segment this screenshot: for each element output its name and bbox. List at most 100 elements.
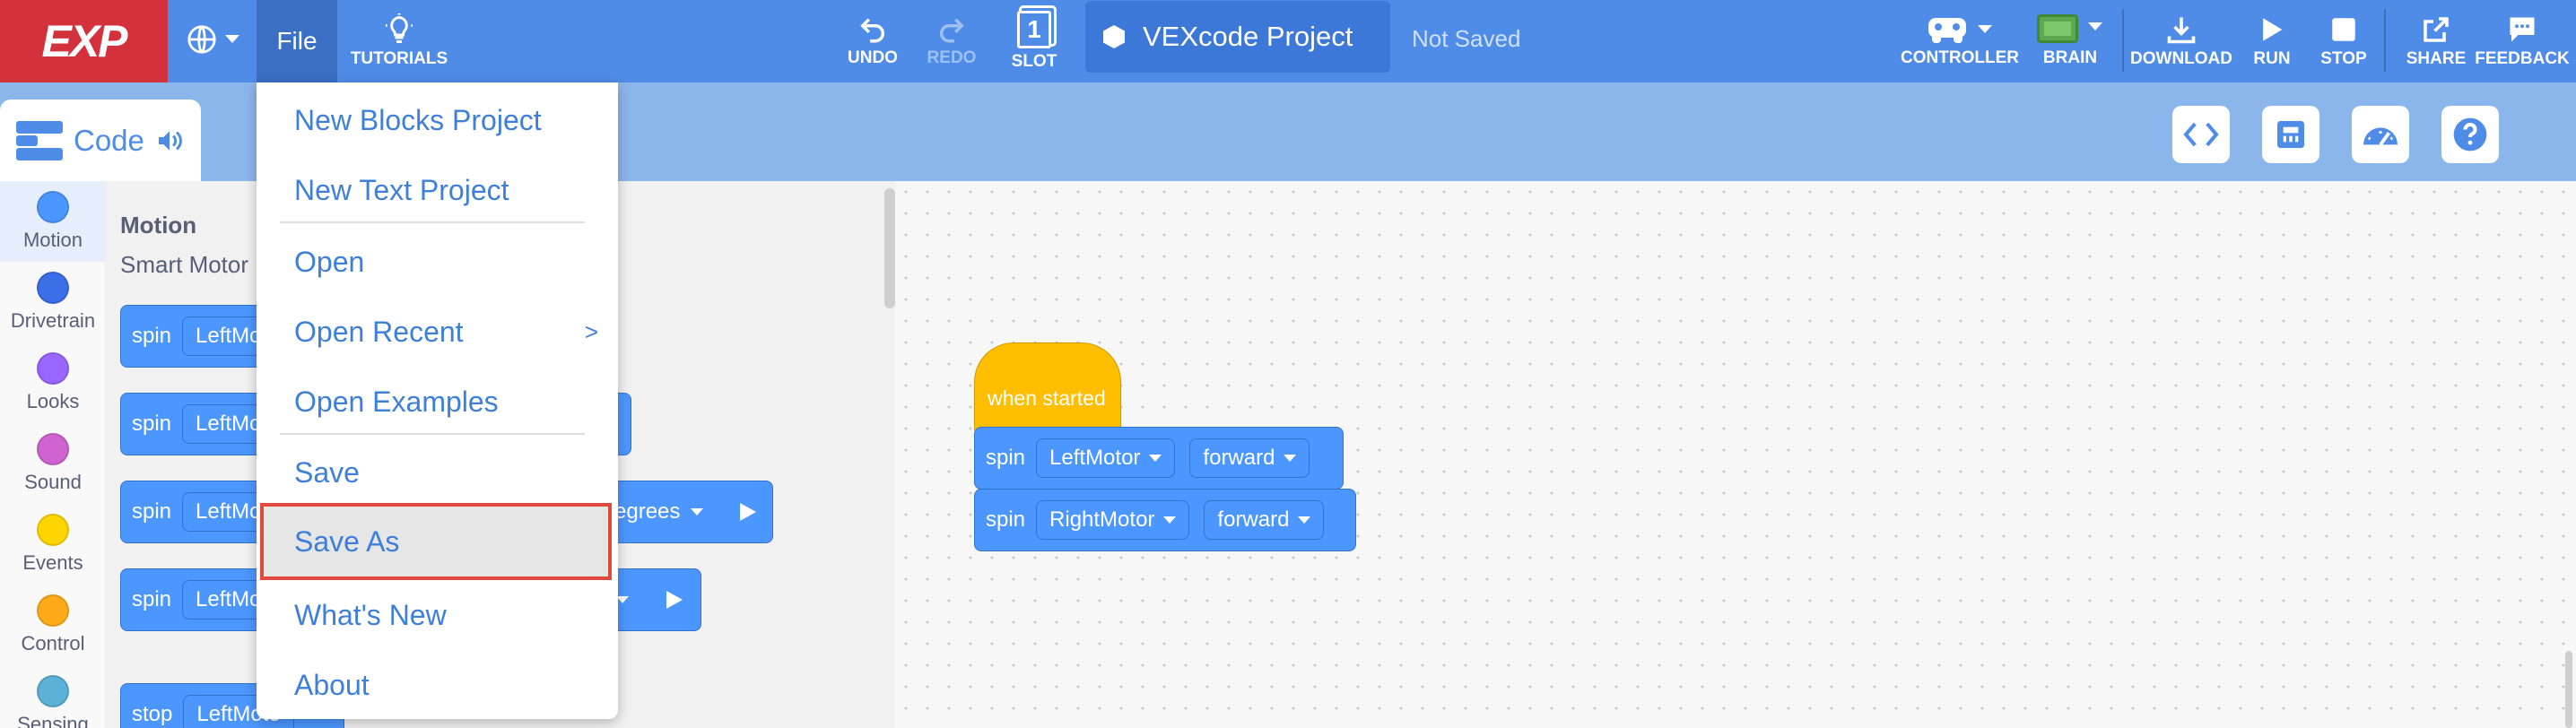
exp-logo: EXP bbox=[0, 0, 168, 82]
download-icon bbox=[2167, 17, 2196, 44]
feedback-icon bbox=[2510, 17, 2535, 42]
undo-button[interactable]: UNDO bbox=[843, 0, 902, 82]
slot-number: 1 bbox=[1027, 15, 1041, 43]
project-title-field[interactable]: VEXcode Project bbox=[1085, 1, 1390, 73]
motor-dropdown[interactable]: RightMotor bbox=[1036, 500, 1190, 540]
code-tab-label: Code bbox=[74, 123, 144, 157]
brain-button[interactable]: BRAIN bbox=[2029, 0, 2111, 82]
looks-dot-icon bbox=[37, 352, 69, 385]
category-label: Events bbox=[22, 551, 83, 574]
stop-icon bbox=[2332, 18, 2355, 41]
units-dropdown[interactable]: egrees bbox=[614, 499, 704, 524]
feedback-label: FEEDBACK bbox=[2475, 49, 2570, 68]
share-button[interactable]: SHARE bbox=[2400, 0, 2472, 82]
help-button[interactable] bbox=[2441, 106, 2499, 163]
slot-button[interactable]: 1 SLOT bbox=[1005, 0, 1064, 82]
hat-label: when started bbox=[988, 386, 1106, 410]
menu-item-open-examples[interactable]: Open Examples bbox=[257, 369, 618, 434]
dashboard-button[interactable] bbox=[2352, 106, 2409, 163]
menu-item-open-recent[interactable]: Open Recent > bbox=[257, 299, 618, 364]
menu-item-new-text-project[interactable]: New Text Project bbox=[257, 158, 618, 222]
category-sound[interactable]: Sound bbox=[0, 423, 106, 504]
direction-name: forward bbox=[1203, 446, 1275, 470]
motor-dropdown[interactable]: LeftMotor bbox=[1036, 438, 1176, 478]
direction-name: forward bbox=[1217, 507, 1290, 532]
block-verb: spin bbox=[132, 499, 172, 524]
redo-label: REDO bbox=[927, 48, 977, 67]
block-verb: spin bbox=[132, 587, 172, 611]
feedback-button[interactable]: FEEDBACK bbox=[2475, 0, 2570, 82]
category-list: Motion Drivetrain Looks Sound Events Con… bbox=[0, 181, 106, 728]
menu-item-new-blocks-project[interactable]: New Blocks Project bbox=[257, 88, 618, 152]
device-port-icon bbox=[2277, 121, 2304, 148]
menu-item-whats-new[interactable]: What's New bbox=[257, 583, 618, 647]
block-verb: spin bbox=[132, 324, 172, 348]
gauge-icon bbox=[2363, 127, 2398, 146]
palette-subsection-title: Smart Motor bbox=[120, 251, 249, 278]
menu-item-about[interactable]: About bbox=[257, 653, 618, 717]
category-drivetrain[interactable]: Drivetrain bbox=[0, 262, 106, 342]
direction-dropdown[interactable]: forward bbox=[1204, 500, 1325, 540]
code-viewer-button[interactable] bbox=[2172, 106, 2230, 163]
save-status: Not Saved bbox=[1412, 25, 1521, 52]
redo-button[interactable]: REDO bbox=[922, 0, 981, 82]
globe-icon bbox=[187, 25, 216, 54]
menu-item-open[interactable]: Open bbox=[257, 230, 618, 294]
menu-item-label: What's New bbox=[294, 598, 447, 631]
caret-down-icon bbox=[1149, 455, 1162, 462]
palette-scrollbar[interactable] bbox=[884, 188, 895, 308]
direction-dropdown[interactable]: forward bbox=[1189, 438, 1310, 478]
tutorials-button[interactable]: TUTORIALS bbox=[351, 0, 448, 82]
toolbar-divider bbox=[2122, 9, 2124, 72]
category-sensing[interactable]: Sensing bbox=[0, 665, 106, 728]
script-block-spin-left[interactable]: spin LeftMotor forward bbox=[974, 427, 1344, 490]
menu-divider bbox=[280, 433, 585, 435]
drivetrain-dot-icon bbox=[37, 272, 69, 304]
caret-down-icon bbox=[1284, 455, 1297, 462]
motor-name: LeftMotor bbox=[1049, 446, 1141, 470]
when-started-block[interactable]: when started bbox=[974, 342, 1121, 434]
sound-dot-icon bbox=[37, 433, 69, 465]
project-title: VEXcode Project bbox=[1143, 21, 1353, 52]
redo-icon bbox=[940, 18, 964, 43]
control-dot-icon bbox=[37, 594, 69, 627]
share-icon bbox=[2424, 17, 2449, 42]
category-looks[interactable]: Looks bbox=[0, 342, 106, 423]
controller-label: CONTROLLER bbox=[1901, 48, 2019, 67]
download-label: DOWNLOAD bbox=[2130, 49, 2232, 68]
undo-label: UNDO bbox=[848, 48, 898, 67]
play-block-icon[interactable] bbox=[665, 589, 684, 611]
script-block-spin-right[interactable]: spin RightMotor forward bbox=[974, 489, 1356, 551]
menu-item-save[interactable]: Save bbox=[257, 440, 618, 505]
events-dot-icon bbox=[37, 514, 69, 546]
file-menu: New Blocks Project New Text Project Open… bbox=[257, 82, 618, 719]
workspace-scrollbar[interactable] bbox=[2565, 651, 2572, 728]
menu-item-save-as[interactable]: Save As bbox=[260, 503, 612, 580]
devices-button[interactable] bbox=[2262, 106, 2319, 163]
palette-section-title: Motion bbox=[120, 212, 197, 238]
menu-item-label: Open Recent bbox=[294, 315, 464, 348]
download-button[interactable]: DOWNLOAD bbox=[2130, 0, 2232, 82]
category-control[interactable]: Control bbox=[0, 585, 106, 665]
run-button[interactable]: RUN bbox=[2242, 0, 2302, 82]
submenu-arrow-icon: > bbox=[584, 317, 598, 345]
stop-button[interactable]: STOP bbox=[2314, 0, 2373, 82]
chevron-down-icon bbox=[2088, 22, 2102, 30]
run-label: RUN bbox=[2253, 49, 2291, 68]
category-motion[interactable]: Motion bbox=[0, 181, 106, 262]
question-icon bbox=[2453, 117, 2487, 152]
motion-dot-icon bbox=[37, 191, 69, 223]
category-events[interactable]: Events bbox=[0, 504, 106, 585]
chevron-down-icon bbox=[1978, 25, 1992, 33]
language-button[interactable] bbox=[179, 0, 248, 82]
controller-button[interactable]: CONTROLLER bbox=[1901, 0, 2019, 82]
code-tab[interactable]: Code bbox=[0, 100, 201, 181]
file-menu-button[interactable]: File bbox=[257, 0, 337, 82]
motor-name: LeftMo bbox=[196, 412, 262, 436]
hexagon-icon bbox=[1103, 25, 1125, 48]
play-block-icon[interactable] bbox=[738, 501, 758, 523]
caret-down-icon bbox=[1298, 516, 1311, 524]
speaker-icon[interactable] bbox=[153, 126, 186, 155]
play-icon bbox=[2263, 18, 2283, 41]
undo-icon bbox=[860, 18, 884, 43]
